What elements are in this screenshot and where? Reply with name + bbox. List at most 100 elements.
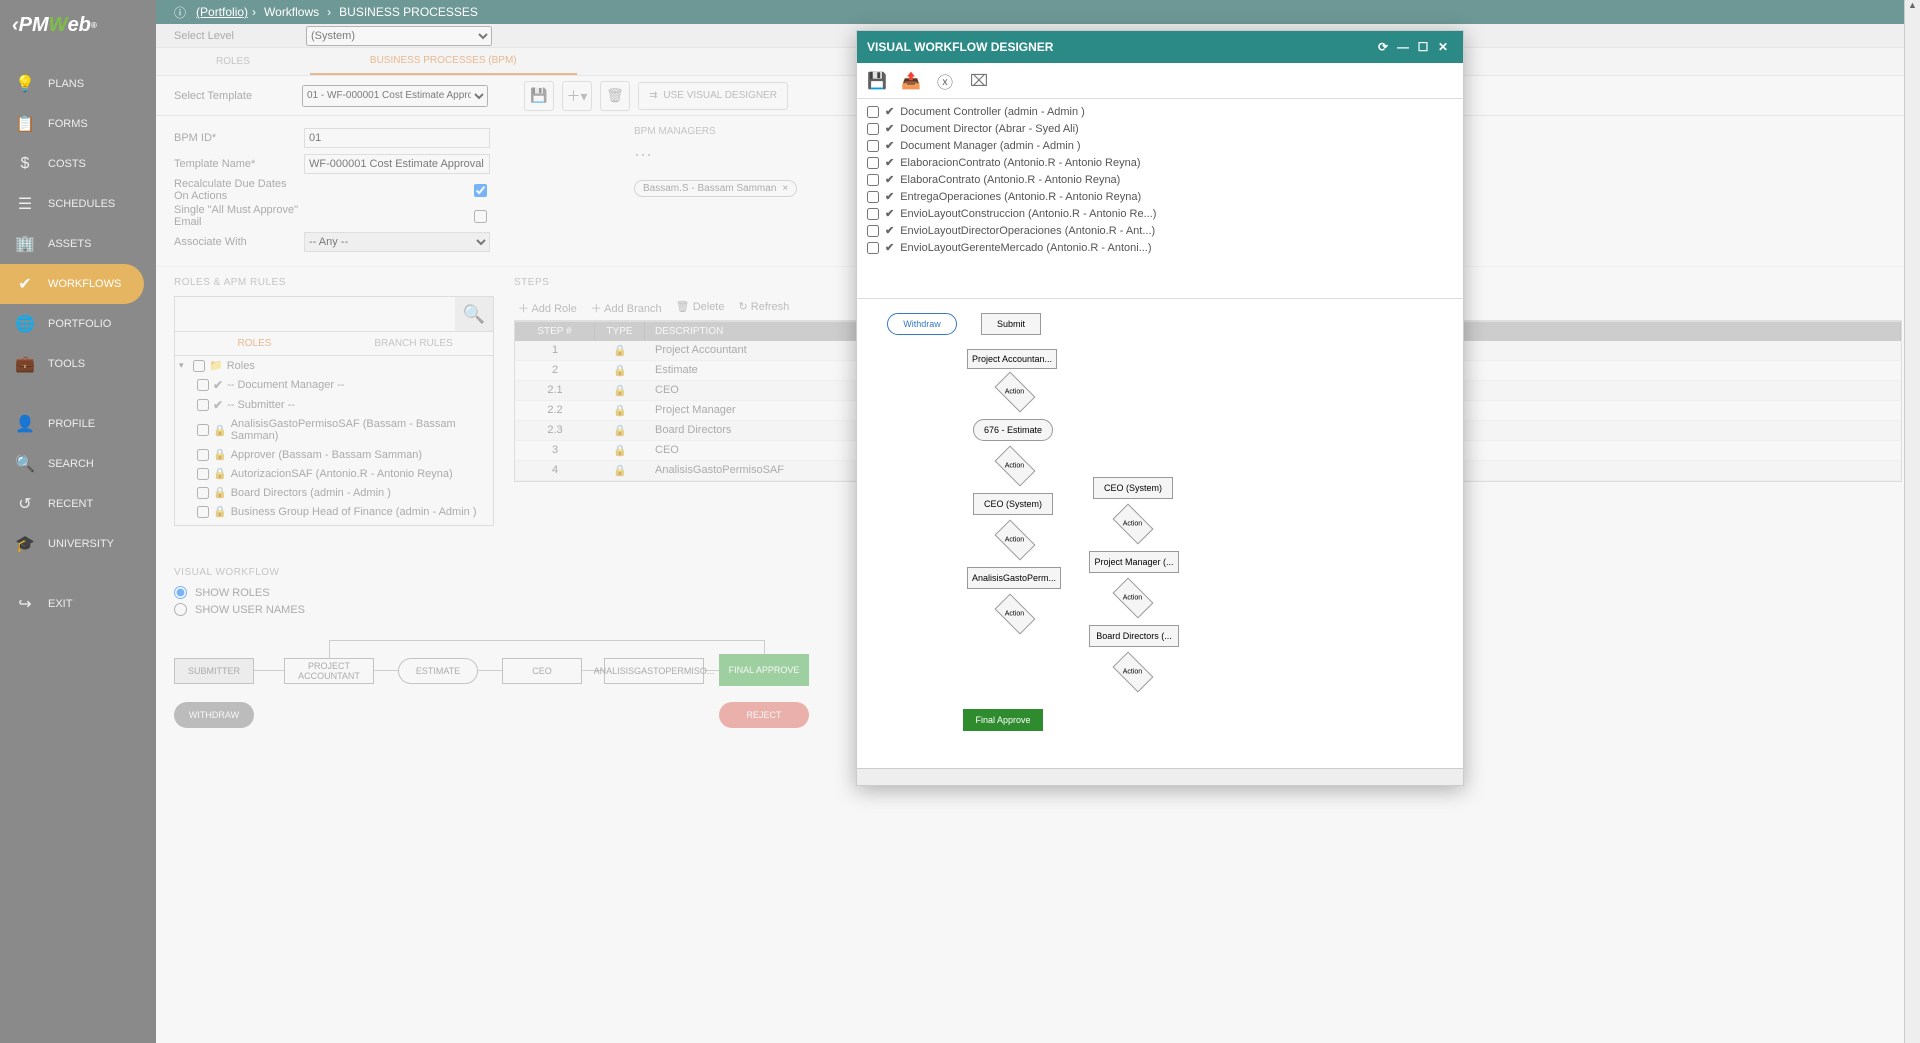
refresh-button[interactable]: ↻ Refresh [738, 300, 789, 316]
wf-node-estimate: ESTIMATE [398, 658, 478, 684]
add-role-button[interactable]: ＋ Add Role [518, 300, 577, 316]
flow-icon: ⇉ [649, 90, 657, 101]
wf-node-reject: REJECT [719, 702, 809, 728]
list-item[interactable]: ✔EnvioLayoutConstruccion (Antonio.R - An… [867, 205, 1453, 222]
canvas-action2[interactable]: Action [994, 445, 1035, 486]
add-branch-button[interactable]: ＋ Add Branch [591, 300, 662, 316]
wf-node-ceo: CEO [502, 658, 582, 684]
template-select[interactable]: 01 - WF-000001 Cost Estimate Approval [302, 85, 488, 107]
list-item[interactable]: ✔Document Controller (admin - Admin ) [867, 103, 1453, 120]
save-button[interactable]: 💾 [524, 81, 554, 111]
modal-export-button[interactable]: 📤 [899, 69, 923, 93]
delete-button[interactable]: 🗑 [600, 81, 630, 111]
nav-portfolio[interactable]: 🌐PORTFOLIO [0, 304, 156, 344]
tree-checkbox[interactable] [197, 449, 209, 461]
nav-exit[interactable]: ↪EXIT [0, 584, 156, 624]
close-icon[interactable]: ✕ [1433, 40, 1453, 54]
nav-costs[interactable]: $COSTS [0, 144, 156, 184]
recalc-checkbox[interactable] [474, 184, 487, 197]
tree-checkbox[interactable] [197, 424, 209, 436]
roles-search-input[interactable] [175, 297, 455, 331]
roles-subtab-rules[interactable]: BRANCH RULES [334, 332, 493, 355]
breadcrumb-bar: ⓘ (Portfolio) › Workflows › BUSINESS PRO… [0, 0, 1920, 24]
breadcrumb-workflows[interactable]: Workflows [264, 5, 319, 19]
canvas-action7[interactable]: Action [1112, 651, 1153, 692]
modal-delete-button[interactable]: ⌧ [967, 69, 991, 93]
nav-assets[interactable]: 🏢ASSETS [0, 224, 156, 264]
maximize-icon[interactable]: ☐ [1413, 40, 1433, 54]
lock-icon: 🔒 [213, 424, 227, 437]
canvas-action[interactable]: Action [994, 371, 1035, 412]
canvas-action6[interactable]: Action [994, 593, 1035, 634]
associate-select[interactable]: -- Any -- [304, 232, 490, 252]
nav-university[interactable]: 🎓UNIVERSITY [0, 524, 156, 564]
list-item[interactable]: ✔EntregaOperaciones (Antonio.R - Antonio… [867, 188, 1453, 205]
list-item[interactable]: ✔ElaboraContrato (Antonio.R - Antonio Re… [867, 171, 1453, 188]
tree-root-checkbox[interactable] [193, 360, 205, 372]
lock-icon: 🔒 [213, 467, 227, 480]
lock-icon: 🔒 [213, 505, 227, 518]
list-item[interactable]: ✔EnvioLayoutGerenteMercado (Antonio.R - … [867, 239, 1453, 256]
nav-workflows[interactable]: ✔WORKFLOWS [0, 264, 144, 304]
bulb-icon: 💡 [14, 73, 36, 95]
tree-checkbox[interactable] [197, 506, 209, 518]
canvas-action3[interactable]: Action [1112, 503, 1153, 544]
canvas-final[interactable]: Final Approve [963, 709, 1043, 731]
roles-subtab-roles[interactable]: ROLES [175, 332, 334, 355]
nav-recent[interactable]: ↺RECENT [0, 484, 156, 524]
canvas-action4[interactable]: Action [994, 519, 1035, 560]
minimize-icon[interactable]: — [1393, 40, 1413, 54]
level-select[interactable]: (System) [306, 26, 492, 46]
use-visual-designer-button[interactable]: ⇉USE VISUAL DESIGNER [638, 82, 788, 110]
canvas-withdraw[interactable]: Withdraw [887, 313, 957, 335]
modal-canvas[interactable]: Withdraw Submit Project Accountan... Act… [857, 299, 1463, 769]
tab-bpm[interactable]: BUSINESS PROCESSES (BPM) [310, 48, 577, 75]
visual-designer-modal: VISUAL WORKFLOW DESIGNER ⟳ — ☐ ✕ 💾 📤 ⓧ ⌧… [856, 30, 1464, 786]
canvas-action5[interactable]: Action [1112, 577, 1153, 618]
history-icon: ↺ [14, 493, 36, 515]
list-item[interactable]: ✔Document Manager (admin - Admin ) [867, 137, 1453, 154]
modal-cancel-button[interactable]: ⓧ [933, 69, 957, 93]
canvas-ceo2[interactable]: CEO (System) [1093, 477, 1173, 499]
manager-chip: Bassam.S - Bassam Samman× [634, 180, 797, 197]
canvas-pm[interactable]: Project Manager (... [1089, 551, 1179, 573]
bpm-id-input[interactable] [304, 128, 490, 148]
list-item[interactable]: ✔EnvioLayoutDirectorOperaciones (Antonio… [867, 222, 1453, 239]
template-name-input[interactable] [304, 154, 490, 174]
tree-checkbox[interactable] [197, 379, 209, 391]
list-item[interactable]: ✔Document Director (Abrar - Syed Ali) [867, 120, 1453, 137]
delete-step-button[interactable]: 🗑 Delete [676, 300, 725, 316]
single-email-checkbox[interactable] [474, 210, 487, 223]
tree-checkbox[interactable] [197, 487, 209, 499]
canvas-agp[interactable]: AnalisisGastoPerm... [967, 567, 1061, 589]
show-users-radio[interactable] [174, 603, 187, 616]
modal-hscroll[interactable] [857, 769, 1463, 785]
breadcrumb-portfolio[interactable]: (Portfolio) [196, 5, 248, 19]
nav-tools[interactable]: 💼TOOLS [0, 344, 156, 384]
canvas-ceo1[interactable]: CEO (System) [973, 493, 1053, 515]
right-scrollbar[interactable]: ▲ [1904, 0, 1920, 1043]
tree-checkbox[interactable] [197, 399, 209, 411]
canvas-submit[interactable]: Submit [981, 313, 1041, 335]
modal-header[interactable]: VISUAL WORKFLOW DESIGNER ⟳ — ☐ ✕ [857, 31, 1463, 63]
modal-save-button[interactable]: 💾 [865, 69, 889, 93]
add-button[interactable]: ＋▾ [562, 81, 592, 111]
exit-icon: ↪ [14, 593, 36, 615]
tab-roles[interactable]: ROLES [156, 48, 310, 75]
info-icon[interactable]: ⓘ [174, 4, 186, 21]
canvas-estimate[interactable]: 676 - Estimate [973, 419, 1053, 441]
nav-plans[interactable]: 💡PLANS [0, 64, 156, 104]
nav-forms[interactable]: 📋FORMS [0, 104, 156, 144]
nav-search[interactable]: 🔍SEARCH [0, 444, 156, 484]
show-roles-radio[interactable] [174, 586, 187, 599]
sidebar: ‹PMWeb® 💡PLANS 📋FORMS $COSTS ☰SCHEDULES … [0, 0, 156, 1043]
chip-remove-icon[interactable]: × [782, 183, 788, 194]
canvas-bd[interactable]: Board Directors (... [1089, 625, 1179, 647]
nav-profile[interactable]: 👤PROFILE [0, 404, 156, 444]
tree-checkbox[interactable] [197, 468, 209, 480]
canvas-pa[interactable]: Project Accountan... [967, 349, 1057, 369]
nav-schedules[interactable]: ☰SCHEDULES [0, 184, 156, 224]
refresh-icon[interactable]: ⟳ [1373, 40, 1393, 54]
list-item[interactable]: ✔ElaboracionContrato (Antonio.R - Antoni… [867, 154, 1453, 171]
roles-search-button[interactable]: 🔍 [455, 297, 493, 331]
